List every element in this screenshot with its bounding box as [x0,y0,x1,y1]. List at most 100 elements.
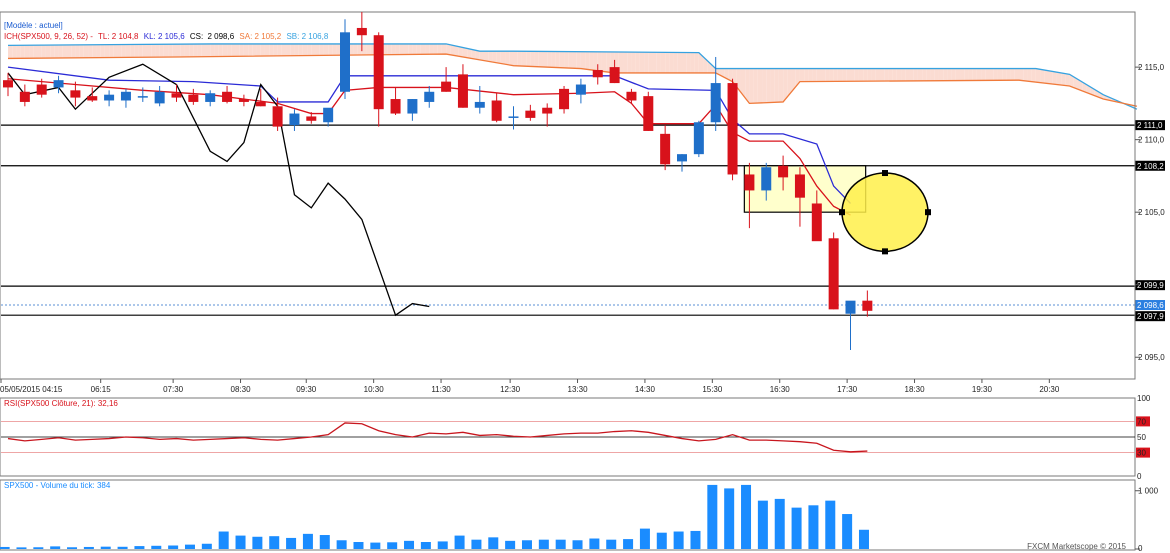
candle-body[interactable] [289,113,300,126]
candle-body[interactable] [137,96,148,98]
volume-bar[interactable] [505,540,516,549]
candle-body[interactable] [255,101,266,107]
volume-bar[interactable] [656,532,667,549]
volume-bar[interactable] [808,505,819,549]
volume-bar[interactable] [50,546,61,549]
candle-body[interactable] [508,116,519,118]
volume-bar[interactable] [218,531,229,549]
candle-body[interactable] [188,94,199,102]
candle-body[interactable] [323,107,334,123]
volume-bar[interactable] [404,540,415,549]
volume-bar[interactable] [741,484,752,549]
candle-body[interactable] [811,203,822,242]
candle-body[interactable] [643,96,654,131]
volume-bar[interactable] [117,546,128,549]
volume-bar[interactable] [201,543,212,549]
candle-body[interactable] [19,91,30,102]
candle-body[interactable] [542,107,553,114]
volume-bar[interactable] [235,535,246,549]
volume-bar[interactable] [184,544,195,549]
candle-body[interactable] [87,96,98,101]
candle-body[interactable] [626,91,637,101]
candle-body[interactable] [373,35,384,110]
candle-body[interactable] [407,99,418,114]
volume-bar[interactable] [151,545,162,549]
volume-bar[interactable] [774,498,785,549]
volume-bar[interactable] [673,531,684,549]
volume-bar[interactable] [437,541,448,549]
volume-bar[interactable] [67,547,78,549]
volume-bar[interactable] [488,537,499,549]
volume-bar[interactable] [168,545,179,549]
candle-body[interactable] [862,300,873,311]
candle-body[interactable] [828,238,839,310]
ellipse-handle[interactable] [882,248,888,255]
candle-body[interactable] [340,32,350,92]
candle-body[interactable] [36,84,47,95]
volume-bar[interactable] [134,546,145,549]
ellipse-handle[interactable] [882,170,888,177]
candle-body[interactable] [794,174,805,198]
candle-body[interactable] [677,154,687,162]
volume-bar[interactable] [623,539,634,549]
candle-body[interactable] [441,81,452,92]
candle-body[interactable] [660,133,671,165]
candle-body[interactable] [205,93,216,102]
volume-bar[interactable] [336,540,347,549]
volume-bar[interactable] [353,542,364,549]
candle-body[interactable] [356,27,367,36]
candle-body[interactable] [761,167,772,191]
candle-body[interactable] [70,90,81,98]
price-chart-svg[interactable]: 2 111,0 2 108,2 2 099,9 2 098,6 2 097,9 2 09… [0,0,1170,553]
candle-body[interactable] [154,91,165,104]
volume-bar[interactable] [842,514,853,549]
candle-body[interactable] [474,101,485,108]
volume-bar[interactable] [858,529,869,549]
volume-bar[interactable] [16,547,27,549]
volume-bar[interactable] [454,535,465,549]
volume-bar[interactable] [724,488,735,549]
ellipse-handle[interactable] [839,209,845,216]
candle-body[interactable] [424,91,435,102]
candle-body[interactable] [727,83,738,175]
candle-body[interactable] [390,99,401,114]
candle-body[interactable] [238,99,249,102]
volume-bar[interactable] [302,533,313,549]
candle-body[interactable] [575,84,586,95]
volume-panel[interactable] [0,479,1136,551]
candle-body[interactable] [120,91,131,101]
candle-body[interactable] [171,93,182,98]
candle-body[interactable] [3,80,13,88]
volume-bar[interactable] [0,546,10,549]
candle-body[interactable] [491,100,502,121]
candle-body[interactable] [457,74,468,108]
candle-body[interactable] [744,174,755,191]
volume-bar[interactable] [791,507,802,549]
volume-bar[interactable] [33,547,44,549]
volume-bar[interactable] [589,538,600,549]
volume-bar[interactable] [639,528,650,549]
volume-bar[interactable] [555,539,566,549]
volume-bar[interactable] [269,536,280,549]
candle-body[interactable] [559,88,570,110]
candle-body[interactable] [710,83,721,123]
volume-bar[interactable] [319,535,330,549]
candle-body[interactable] [272,106,283,127]
volume-bar[interactable] [286,537,297,549]
candle-body[interactable] [845,300,856,314]
volume-bar[interactable] [420,542,431,549]
volume-bar[interactable] [252,536,263,549]
volume-bar[interactable] [572,540,583,549]
candle-body[interactable] [53,80,64,88]
volume-bar[interactable] [83,546,94,549]
volume-bar[interactable] [370,542,381,549]
candle-body[interactable] [222,91,233,102]
candle-body[interactable] [778,165,789,178]
volume-bar[interactable] [538,539,549,549]
candle-body[interactable] [525,110,536,118]
candle-body[interactable] [104,94,115,101]
volume-bar[interactable] [387,542,398,549]
volume-bar[interactable] [707,484,718,549]
ellipse-handle[interactable] [925,209,931,216]
volume-bar[interactable] [690,530,701,549]
